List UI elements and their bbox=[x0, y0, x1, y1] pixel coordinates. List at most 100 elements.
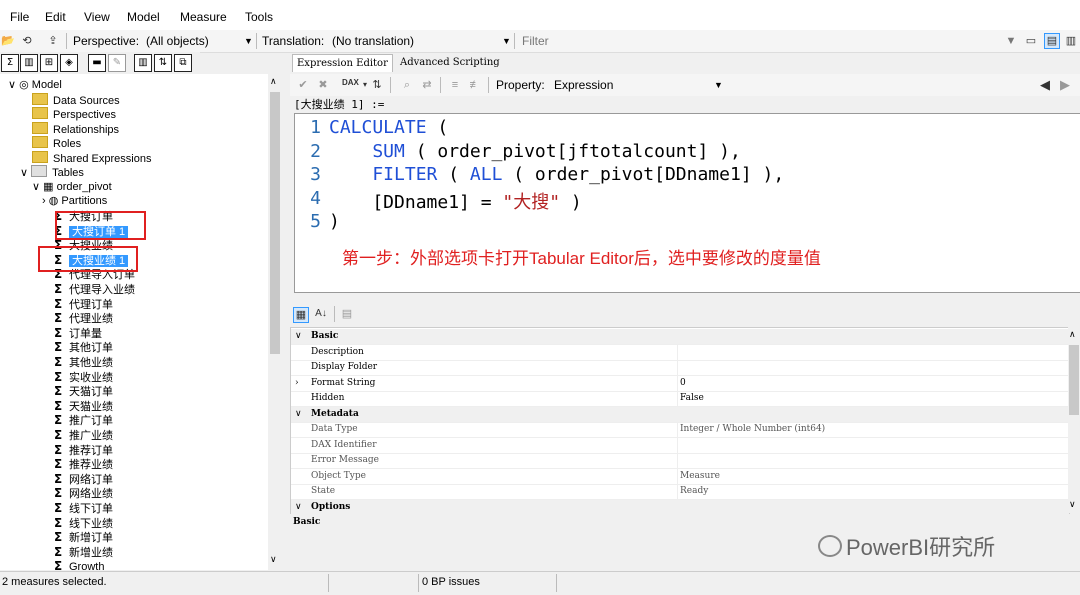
scroll-down-icon[interactable]: ∨ bbox=[270, 554, 277, 565]
comment-icon[interactable]: ≡ bbox=[448, 78, 462, 92]
hierarchy-icon[interactable]: ⊞ bbox=[40, 54, 58, 72]
chevron-down-icon[interactable]: ∨ bbox=[8, 79, 16, 91]
sigma-icon[interactable]: Σ bbox=[1, 54, 19, 72]
tree-folder[interactable]: Shared Expressions bbox=[32, 151, 151, 165]
property-category[interactable]: ∨ Basic bbox=[291, 329, 1069, 345]
property-row[interactable]: Description bbox=[291, 344, 1069, 361]
tree-measure[interactable]: Σ 其他业绩 bbox=[54, 355, 113, 369]
tab-advanced-scripting[interactable]: Advanced Scripting bbox=[396, 54, 504, 71]
copy-icon[interactable]: ⧉ bbox=[174, 54, 192, 72]
tree-folder[interactable]: Relationships bbox=[32, 122, 119, 136]
layout-icon[interactable]: ▭ bbox=[1024, 34, 1038, 48]
forward-icon[interactable]: ▶ bbox=[1058, 78, 1072, 92]
property-value[interactable]: False bbox=[680, 391, 704, 406]
tree-measure[interactable]: Σ 实收业绩 bbox=[54, 370, 113, 384]
replace-icon[interactable]: ⇄ bbox=[420, 78, 434, 92]
scrollbar-thumb[interactable] bbox=[270, 92, 280, 354]
dax-format-icon[interactable]: DAX bbox=[342, 76, 359, 90]
menu-model[interactable]: Model bbox=[127, 10, 160, 24]
tree-measure[interactable]: Σ 线下订单 bbox=[54, 501, 113, 515]
menu-edit[interactable]: Edit bbox=[45, 10, 66, 24]
edit-icon[interactable]: ✎ bbox=[108, 54, 126, 72]
property-row[interactable]: State Ready bbox=[291, 484, 1069, 500]
status-bp-issues[interactable]: 0 BP issues bbox=[422, 576, 480, 588]
perspective-select[interactable]: (All objects) bbox=[146, 32, 209, 50]
alphabetical-icon[interactable]: A↓ bbox=[314, 307, 328, 321]
code-line[interactable]: [DDname1] = "大搜" ) bbox=[329, 188, 581, 214]
chevron-down-icon[interactable]: ▼ bbox=[714, 76, 723, 94]
table-icon[interactable]: ▥ bbox=[20, 54, 38, 72]
search-icon[interactable]: ⌕ bbox=[400, 78, 414, 92]
tree-measure[interactable]: Σ 代理导入业绩 bbox=[54, 282, 135, 296]
tree-measure[interactable]: Σ 其他订单 bbox=[54, 340, 113, 354]
tree-measure[interactable]: Σ 新增订单 bbox=[54, 530, 113, 544]
code-line[interactable]: CALCULATE ( bbox=[329, 117, 448, 138]
property-row[interactable]: Object Type Measure bbox=[291, 468, 1069, 485]
property-row[interactable]: Display Folder bbox=[291, 360, 1069, 376]
tree-folder[interactable]: Roles bbox=[32, 136, 81, 150]
tree-measure[interactable]: Σ 推广订单 bbox=[54, 413, 113, 427]
back-icon[interactable]: ◀ bbox=[1038, 78, 1052, 92]
tree-measure[interactable]: Σ 推荐订单 bbox=[54, 443, 113, 457]
tree-scrollbar[interactable]: ∧ ∨ bbox=[268, 74, 282, 570]
tree-measure[interactable]: Σ 订单量 bbox=[54, 326, 102, 340]
tree-measure[interactable]: Σ 代理业绩 bbox=[54, 311, 113, 325]
menu-file[interactable]: File bbox=[10, 10, 29, 24]
code-line[interactable]: ) bbox=[329, 211, 340, 232]
property-scrollbar[interactable]: ∧ ∨ bbox=[1068, 327, 1080, 513]
funnel-icon[interactable]: ▼ bbox=[1004, 34, 1018, 48]
scroll-up-icon[interactable]: ∧ bbox=[1069, 329, 1076, 340]
translation-select[interactable]: (No translation) bbox=[332, 32, 414, 50]
chevron-down-icon[interactable]: ▼ bbox=[502, 32, 511, 50]
tree-measure[interactable]: Σ Growth bbox=[54, 559, 104, 570]
property-row[interactable]: DAX Identifier bbox=[291, 437, 1069, 454]
connect-icon[interactable]: ⟲ bbox=[20, 34, 34, 48]
property-row[interactable]: › Format String 0 bbox=[291, 375, 1069, 392]
menu-measure[interactable]: Measure bbox=[180, 10, 227, 24]
tree-table[interactable]: ∨ ▦ order_pivot bbox=[32, 180, 112, 194]
columns-icon[interactable]: ▥ bbox=[134, 54, 152, 72]
hidden-icon[interactable]: ▬ bbox=[88, 54, 106, 72]
tab-expression-editor[interactable]: Expression Editor bbox=[292, 54, 393, 72]
menu-tools[interactable]: Tools bbox=[245, 10, 273, 24]
chevron-down-icon[interactable]: ∨ bbox=[295, 329, 302, 344]
scroll-up-icon[interactable]: ∧ bbox=[270, 76, 277, 87]
open-icon[interactable]: 📂 bbox=[1, 34, 15, 48]
chevron-down-icon[interactable]: ∨ bbox=[295, 500, 302, 515]
property-value[interactable]: 0 bbox=[680, 376, 686, 391]
property-pages-icon[interactable]: ▤ bbox=[340, 307, 354, 321]
deploy-icon[interactable]: ⇪ bbox=[46, 34, 60, 48]
chevron-right-icon[interactable]: › bbox=[42, 195, 46, 207]
chevron-down-icon[interactable]: ∨ bbox=[32, 181, 40, 193]
layout-active-icon[interactable]: ▤ bbox=[1044, 33, 1060, 49]
property-row[interactable]: Hidden False bbox=[291, 391, 1069, 407]
tree-measure[interactable]: Σ 天猫业绩 bbox=[54, 399, 113, 413]
chevron-right-icon[interactable]: › bbox=[295, 376, 299, 391]
tree-model[interactable]: ∨ ◎ Model bbox=[8, 78, 62, 92]
dependency-icon[interactable]: ⇅ bbox=[370, 78, 384, 92]
cube-icon[interactable]: ◈ bbox=[60, 54, 78, 72]
chevron-down-icon[interactable]: ▼ bbox=[244, 32, 253, 50]
tree-tables[interactable]: ∨ Tables bbox=[20, 165, 84, 179]
property-category[interactable]: ∨ Metadata bbox=[291, 406, 1069, 423]
scroll-down-icon[interactable]: ∨ bbox=[1069, 499, 1076, 510]
tree-measure[interactable]: Σ 推广业绩 bbox=[54, 428, 113, 442]
property-row[interactable]: Data Type Integer / Whole Number (int64) bbox=[291, 422, 1069, 438]
tree-partitions[interactable]: › ◍ Partitions bbox=[42, 194, 107, 208]
chevron-down-icon[interactable]: ∨ bbox=[295, 407, 302, 422]
tree-measure[interactable]: Σ 新增业绩 bbox=[54, 545, 113, 559]
chevron-down-icon[interactable]: ∨ bbox=[20, 167, 28, 179]
tree-measure[interactable]: Σ 网络业绩 bbox=[54, 486, 113, 500]
code-line[interactable]: FILTER ( ALL ( order_pivot[DDname1] ), bbox=[329, 164, 784, 185]
tree-measure[interactable]: Σ 推荐业绩 bbox=[54, 457, 113, 471]
tree-measure[interactable]: Σ 线下业绩 bbox=[54, 516, 113, 530]
property-select[interactable]: Expression bbox=[554, 76, 613, 94]
categorized-icon[interactable]: ▦ bbox=[293, 307, 309, 323]
tree-folder[interactable]: Data Sources bbox=[32, 93, 120, 107]
tree-folder[interactable]: Perspectives bbox=[32, 107, 116, 121]
filter-input[interactable]: Filter bbox=[522, 32, 549, 50]
property-row[interactable]: Error Message bbox=[291, 453, 1069, 469]
tree-measure[interactable]: Σ 天猫订单 bbox=[54, 384, 113, 398]
tree-measure[interactable]: Σ 代理订单 bbox=[54, 297, 113, 311]
scrollbar-thumb[interactable] bbox=[1069, 345, 1079, 415]
